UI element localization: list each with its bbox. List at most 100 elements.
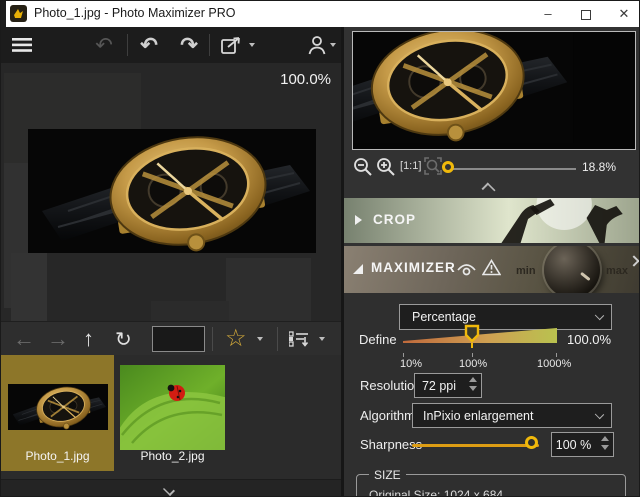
rotate-icon: ↻ <box>115 328 132 351</box>
mode-dropdown-value: Percentage <box>412 310 476 324</box>
spin-up-icon <box>601 436 609 441</box>
maximize-button[interactable] <box>566 1 606 27</box>
tick-label-1000: 1000% <box>537 358 572 370</box>
zoom-out-icon <box>354 158 372 176</box>
crop-section-title: CROP <box>373 212 417 227</box>
chevron-up-icon[interactable] <box>481 182 496 197</box>
photo-2-filename: Photo_2.jpg <box>140 449 205 463</box>
menu-button[interactable] <box>9 27 35 63</box>
chevron-down-icon <box>162 483 176 496</box>
sort-button[interactable] <box>289 322 309 356</box>
resolution-spinner[interactable]: 72 ppi <box>414 373 482 398</box>
zoom-slider-handle[interactable] <box>442 161 454 173</box>
window-title: Photo_1.jpg - Photo Maximizer PRO <box>34 6 236 20</box>
photo-1-thumbnail-image <box>8 384 108 430</box>
actual-size-button[interactable]: [1:1] <box>400 160 421 172</box>
main-toolbar: ↶ ↶ ↷ <box>1 27 341 63</box>
resolution-value: 72 ppi <box>421 378 457 393</box>
share-button[interactable] <box>217 27 259 63</box>
zoom-in-button[interactable] <box>376 157 396 177</box>
section-maximizer[interactable]: MAXIMIZER min max <box>344 246 639 293</box>
canvas-zoom-level: 100.0% <box>280 71 331 88</box>
zoom-controls: [1:1] 18.8% <box>344 153 639 183</box>
rating-dropdown[interactable] <box>257 322 263 356</box>
sharpness-slider-handle[interactable] <box>525 436 538 449</box>
resolution-label: Resolution <box>360 378 422 393</box>
chevron-down-icon <box>594 310 605 321</box>
prev-photo-button[interactable]: ← <box>13 322 35 356</box>
tick-mark <box>472 353 473 357</box>
undo-button[interactable]: ↶ <box>136 27 162 63</box>
rating-caret-icon <box>257 337 263 341</box>
revert-button[interactable]: ↶ <box>91 27 117 63</box>
canvas-background-patch <box>226 258 311 321</box>
define-slider[interactable] <box>402 324 558 352</box>
expanded-triangle-icon <box>353 264 363 274</box>
canvas-background-patch <box>11 253 47 321</box>
arrow-right-icon: → <box>47 326 69 351</box>
spin-down-icon <box>469 386 477 391</box>
tick-mark <box>403 353 404 357</box>
spinner-arrows[interactable] <box>601 436 609 450</box>
sort-list-icon <box>289 330 309 347</box>
minimize-button[interactable]: – <box>528 1 568 27</box>
folder-up-button[interactable]: ↑ <box>83 322 94 356</box>
filmstrip-collapse-bar[interactable] <box>1 479 341 496</box>
spinner-arrows[interactable] <box>469 377 477 391</box>
tick-label-10: 10% <box>400 358 423 370</box>
revert-icon: ↶ <box>95 33 113 57</box>
original-size-text: Original Size: 1024 x 684 <box>369 488 504 497</box>
arrow-up-icon: ↑ <box>83 326 94 351</box>
close-button[interactable]: ✕ <box>604 1 639 27</box>
spin-down-icon <box>601 445 609 450</box>
toolbar-divider <box>277 327 278 351</box>
size-section: SIZE Original Size: 1024 x 684 <box>356 468 626 497</box>
algorithm-dropdown[interactable]: InPixio enlargement <box>412 403 612 428</box>
sort-dropdown[interactable] <box>319 322 325 356</box>
thumbnail-photo-1[interactable]: Photo_1.jpg <box>1 355 114 471</box>
fit-magnifier-icon <box>424 157 442 175</box>
right-panel: [1:1] 18.8% CROP MAXIMIZER min max Perce… <box>341 27 640 497</box>
warning-icon[interactable] <box>482 259 501 276</box>
left-panel: ↶ ↶ ↷ 100.0% ← → ↑ ↻ ☆ Photo_1.jpg Photo… <box>1 27 341 496</box>
rating-button[interactable]: ☆ <box>225 322 247 356</box>
share-icon <box>221 37 240 54</box>
window-border <box>1 1 6 27</box>
share-dropdown-caret <box>249 43 255 47</box>
chevron-down-icon <box>594 409 605 419</box>
next-photo-button[interactable]: → <box>47 322 69 356</box>
fit-selection-button[interactable] <box>424 157 442 175</box>
algorithm-value: InPixio enlargement <box>423 408 534 423</box>
preview-eye-icon[interactable] <box>457 263 476 276</box>
maximizer-section-title: MAXIMIZER <box>371 260 456 275</box>
tick-mark <box>556 353 557 357</box>
sharpness-spinner[interactable]: 100 % <box>551 432 614 457</box>
section-crop[interactable]: CROP <box>344 198 640 243</box>
refresh-button[interactable]: ↻ <box>115 322 132 356</box>
arrow-left-icon: ← <box>13 326 35 351</box>
filmstrip: Photo_1.jpg Photo_2.jpg <box>1 355 341 479</box>
thumbnail-photo-2[interactable]: Photo_2.jpg <box>114 355 234 471</box>
maximize-icon <box>581 9 591 20</box>
account-dropdown-caret <box>329 43 336 47</box>
canvas-background-patch <box>151 301 229 321</box>
sharpness-slider-track[interactable] <box>412 444 539 447</box>
toolbar-divider <box>127 34 128 56</box>
redo-button[interactable]: ↷ <box>176 27 202 63</box>
knob-graphic <box>544 246 600 293</box>
account-button[interactable] <box>301 27 341 63</box>
zoom-out-button[interactable] <box>353 157 373 177</box>
photo-1-filename: Photo_1.jpg <box>25 449 90 463</box>
sharpness-value: 100 % <box>555 437 592 452</box>
zoom-in-icon <box>377 158 395 176</box>
filmstrip-preview-box[interactable] <box>152 326 205 352</box>
zoom-slider-track[interactable] <box>444 168 576 170</box>
star-icon: ☆ <box>225 325 247 352</box>
photo-main-view[interactable] <box>28 129 316 253</box>
titlebar: Photo_1.jpg - Photo Maximizer PRO – ✕ <box>1 1 639 27</box>
tick-label-100: 100% <box>459 358 488 370</box>
photo-2-thumbnail-image <box>120 365 225 450</box>
image-canvas[interactable]: 100.0% <box>1 63 341 321</box>
max-label: max <box>606 265 629 277</box>
zoom-preview[interactable] <box>352 31 636 150</box>
